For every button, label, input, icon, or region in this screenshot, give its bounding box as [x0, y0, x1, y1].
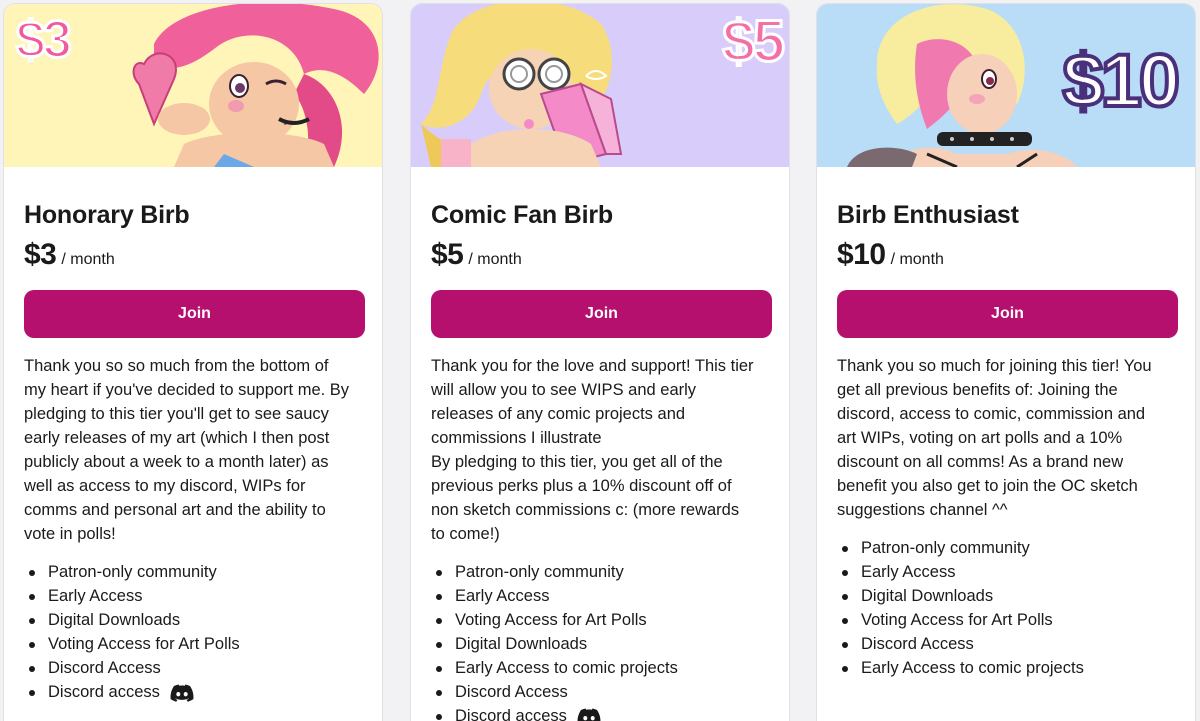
benefit-list: Patron-only community Early Access Votin…	[431, 560, 769, 721]
benefit-list: Patron-only community Early Access Digit…	[837, 536, 1175, 680]
benefit-item: Early Access	[431, 584, 769, 608]
benefit-item: Discord Access	[837, 632, 1175, 656]
tier-card-birb-enthusiast: $10 Birb Enthusiast $10 / month Join Tha…	[816, 3, 1196, 721]
tier-price: $3	[24, 238, 57, 271]
benefit-item: Early Access	[837, 560, 1175, 584]
tier-price-row: $10 / month	[837, 238, 1175, 272]
benefit-item: Early Access	[24, 584, 362, 608]
benefit-item: Voting Access for Art Polls	[837, 608, 1175, 632]
tier-banner-image: $3	[4, 4, 382, 167]
tier-period: / month	[890, 251, 944, 268]
tier-period: / month	[468, 251, 522, 268]
tier-price-row: $3 / month	[24, 238, 362, 272]
banner-price-badge: $3	[15, 10, 74, 71]
tier-name: Honorary Birb	[24, 201, 190, 229]
benefit-item: Digital Downloads	[431, 632, 769, 656]
benefit-list: Patron-only community Early Access Digit…	[24, 560, 362, 704]
join-button[interactable]: Join	[431, 290, 772, 338]
tier-price: $5	[431, 238, 464, 271]
benefit-item: Patron-only community	[431, 560, 769, 584]
benefit-item: Patron-only community	[24, 560, 362, 584]
benefit-item: Digital Downloads	[24, 608, 362, 632]
tier-banner-image: $5	[411, 4, 789, 167]
tier-card-comic-fan-birb: $5 Comic Fan Birb $5 / month Join Thank …	[410, 3, 790, 721]
tier-description: Thank you for the love and support! This…	[431, 357, 754, 543]
benefit-item: Discord Access	[24, 656, 362, 680]
benefit-item: Discord access	[431, 704, 769, 721]
benefit-item: Voting Access for Art Polls	[24, 632, 362, 656]
tier-name: Comic Fan Birb	[431, 201, 613, 229]
tier-card-honorary-birb: $3 Honorary Birb $3 / month Join Thank y…	[3, 3, 383, 721]
tier-price-row: $5 / month	[431, 238, 769, 272]
tier-list: $3 Honorary Birb $3 / month Join Thank y…	[0, 0, 1200, 721]
join-button[interactable]: Join	[837, 290, 1178, 338]
benefit-item: Early Access to comic projects	[431, 656, 769, 680]
benefit-item: Patron-only community	[837, 536, 1175, 560]
tier-description: Thank you so much for joining this tier!…	[837, 357, 1152, 519]
tier-description: Thank you so so much from the bottom of …	[24, 357, 350, 543]
discord-icon	[578, 708, 601, 721]
benefit-item: Digital Downloads	[837, 584, 1175, 608]
tier-banner-image: $10	[817, 4, 1195, 167]
tier-name: Birb Enthusiast	[837, 201, 1019, 229]
tier-price: $10	[837, 238, 886, 271]
banner-price-badge: $10	[1061, 37, 1182, 124]
benefit-item: Voting Access for Art Polls	[431, 608, 769, 632]
banner-price-badge: $5	[721, 8, 786, 76]
tier-period: / month	[61, 251, 115, 268]
benefit-item: Discord Access	[431, 680, 769, 704]
benefit-item: Discord access	[24, 680, 362, 704]
join-button[interactable]: Join	[24, 290, 365, 338]
discord-icon	[171, 684, 194, 702]
benefit-item: Early Access to comic projects	[837, 656, 1175, 680]
